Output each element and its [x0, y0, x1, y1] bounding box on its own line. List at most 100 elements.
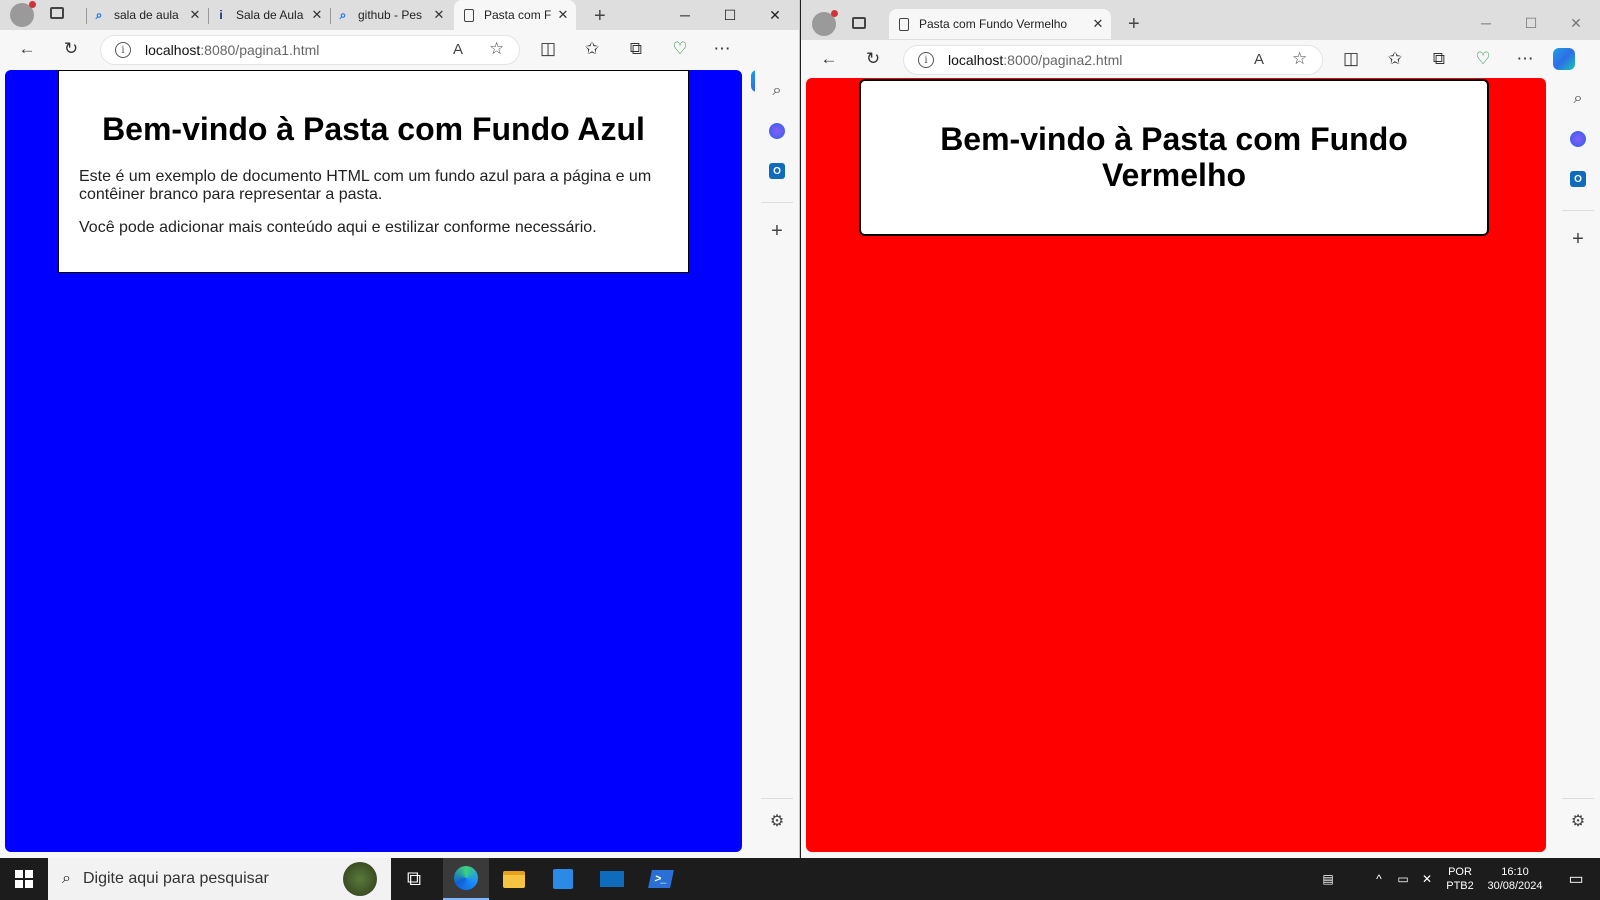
outlook-letter: O — [1570, 171, 1586, 187]
refresh-icon[interactable]: ↻ — [59, 38, 83, 60]
network-icon[interactable]: ▭ — [1392, 858, 1414, 900]
search-icon: ⌕ — [95, 7, 103, 22]
more-options-icon[interactable]: ⋯ — [710, 38, 734, 60]
minimize-button[interactable]: ─ — [1464, 8, 1508, 38]
address-bar[interactable]: i localhost:8000/pagina2.html A ☆ — [903, 45, 1323, 75]
close-window-button[interactable]: ✕ — [1554, 8, 1598, 38]
read-aloud-icon[interactable]: A — [453, 41, 463, 58]
settings-gear-icon[interactable]: ⚙ — [766, 810, 788, 832]
address-bar[interactable]: i localhost:8080/pagina1.html A ☆ — [100, 35, 520, 65]
settings-gear-icon[interactable]: ⚙ — [1567, 810, 1589, 832]
url-path: :8080/pagina1.html — [200, 42, 320, 58]
profile-avatar-icon[interactable] — [10, 1, 36, 27]
input-language-indicator[interactable]: POR PTB2 — [1440, 858, 1480, 900]
page-viewport: Bem-vindo à Pasta com Fundo Vermelho — [806, 78, 1546, 852]
edge-sidebar: ⌕ O + ⚙ — [755, 70, 799, 858]
microsoft-store-icon[interactable] — [540, 858, 586, 900]
browser-essentials-icon[interactable]: ♡ — [668, 38, 692, 60]
tab-github-search[interactable]: ⌕ github - Pes ✕ — [330, 0, 452, 30]
close-tab-icon[interactable]: ✕ — [1091, 16, 1105, 32]
collections-icon[interactable]: ⧉ — [624, 38, 648, 60]
browser-window-right: Pasta com Fundo Vermelho ✕ + ─ ☐ ✕ ← ↻ i… — [801, 0, 1600, 858]
close-tab-icon[interactable]: ✕ — [310, 7, 324, 23]
favorites-icon[interactable]: ✩ — [580, 38, 604, 60]
page-icon — [899, 17, 909, 31]
copilot-icon[interactable] — [1553, 48, 1575, 70]
tab-sala-de-aula-search[interactable]: ⌕ sala de aula ✕ — [86, 0, 208, 30]
page-icon — [464, 8, 474, 22]
taskbar-search-box[interactable]: ⌕ Digite aqui para pesquisar — [48, 858, 391, 900]
search-highlight-icon — [343, 862, 377, 896]
maximize-button[interactable]: ☐ — [1509, 8, 1553, 38]
tab-actions-icon[interactable] — [852, 17, 866, 29]
search-icon[interactable]: ⌕ — [1567, 88, 1589, 110]
windows-logo-icon — [15, 870, 33, 888]
back-arrow-icon[interactable]: ← — [817, 48, 841, 70]
tab-label: Pasta com Fundo Vermelho — [919, 17, 1068, 31]
tab-pasta-com-fundo-azul[interactable]: Pasta com F ✕ — [454, 0, 576, 30]
tab-actions-icon[interactable] — [50, 7, 64, 19]
site-info-icon[interactable]: i — [918, 52, 934, 68]
search-icon: ⌕ — [339, 7, 347, 22]
start-button[interactable] — [0, 858, 48, 900]
search-icon[interactable]: ⌕ — [766, 80, 788, 102]
white-folder-container: Bem-vindo à Pasta com Fundo Vermelho — [859, 79, 1489, 236]
maximize-button[interactable]: ☐ — [708, 0, 752, 30]
split-screen-icon[interactable]: ◫ — [536, 38, 560, 60]
notifications-icon[interactable]: ▭ — [1556, 858, 1596, 900]
volume-muted-icon[interactable]: ✕ — [1416, 858, 1438, 900]
search-placeholder: Digite aqui para pesquisar — [82, 870, 269, 887]
edge-sidebar: ⌕ O + ⚙ — [1556, 78, 1600, 858]
site-info-icon[interactable]: i — [115, 42, 131, 58]
title-bar-gap — [801, 0, 1600, 8]
more-options-icon[interactable]: ⋯ — [1513, 48, 1537, 70]
back-arrow-icon[interactable]: ← — [15, 38, 39, 60]
clock-date: 30/08/2024 — [1487, 880, 1543, 892]
edge-taskbar-icon[interactable] — [443, 858, 489, 900]
favorite-star-icon[interactable]: ☆ — [1292, 49, 1307, 69]
add-sidebar-app-icon[interactable]: + — [1567, 228, 1589, 250]
sidebar-divider — [1562, 210, 1594, 211]
copilot-sidebar-icon[interactable] — [1567, 128, 1589, 150]
url-host: localhost — [948, 52, 1004, 68]
tab-strip: ⌕ sala de aula ✕ i Sala de Aula ✕ ⌕ gith… — [0, 0, 799, 30]
tab-pasta-com-fundo-vermelho[interactable]: Pasta com Fundo Vermelho ✕ — [889, 9, 1111, 39]
sidebar-divider — [1562, 798, 1594, 799]
clock[interactable]: 16:10 30/08/2024 — [1482, 858, 1548, 900]
sidebar-divider — [761, 202, 793, 203]
copilot-sidebar-icon[interactable] — [766, 120, 788, 142]
page-heading: Bem-vindo à Pasta com Fundo Azul — [102, 111, 645, 147]
minimize-button[interactable]: ─ — [663, 0, 707, 30]
close-window-button[interactable]: ✕ — [753, 0, 797, 30]
navigation-toolbar: ← ↻ i localhost:8080/pagina1.html A ☆ ◫ … — [0, 30, 799, 92]
favorites-icon[interactable]: ✩ — [1383, 48, 1407, 70]
browser-essentials-icon[interactable]: ♡ — [1471, 48, 1495, 70]
powershell-icon[interactable]: >_ — [638, 858, 684, 900]
favorite-star-icon[interactable]: ☆ — [489, 39, 504, 59]
close-tab-icon[interactable]: ✕ — [556, 7, 570, 23]
outlook-icon[interactable]: O — [766, 160, 788, 182]
profile-avatar-icon[interactable] — [812, 10, 838, 36]
mail-icon[interactable] — [589, 858, 635, 900]
tab-label: github - Pes — [358, 8, 423, 22]
read-aloud-icon[interactable]: A — [1254, 51, 1264, 68]
split-screen-icon[interactable]: ◫ — [1339, 48, 1363, 70]
task-view-icon[interactable]: ⧉ — [391, 858, 437, 900]
close-tab-icon[interactable]: ✕ — [188, 7, 202, 23]
outlook-icon[interactable]: O — [1567, 168, 1589, 190]
file-explorer-icon[interactable] — [491, 858, 537, 900]
add-sidebar-app-icon[interactable]: + — [766, 220, 788, 242]
new-tab-icon[interactable]: + — [594, 5, 606, 28]
news-widget-icon[interactable]: ▤ — [1310, 858, 1346, 900]
close-tab-icon[interactable]: ✕ — [432, 7, 446, 23]
info-icon: i — [219, 8, 223, 22]
tab-sala-de-aula[interactable]: i Sala de Aula ✕ — [208, 0, 330, 30]
refresh-icon[interactable]: ↻ — [861, 48, 885, 70]
new-tab-icon[interactable]: + — [1128, 13, 1140, 36]
collections-icon[interactable]: ⧉ — [1427, 48, 1451, 70]
tab-label: sala de aula — [114, 8, 179, 22]
tab-label: Pasta com F — [484, 8, 552, 22]
search-icon: ⌕ — [62, 870, 71, 887]
chevron-up-icon[interactable]: ^ — [1370, 858, 1388, 900]
url-host: localhost — [145, 42, 201, 58]
